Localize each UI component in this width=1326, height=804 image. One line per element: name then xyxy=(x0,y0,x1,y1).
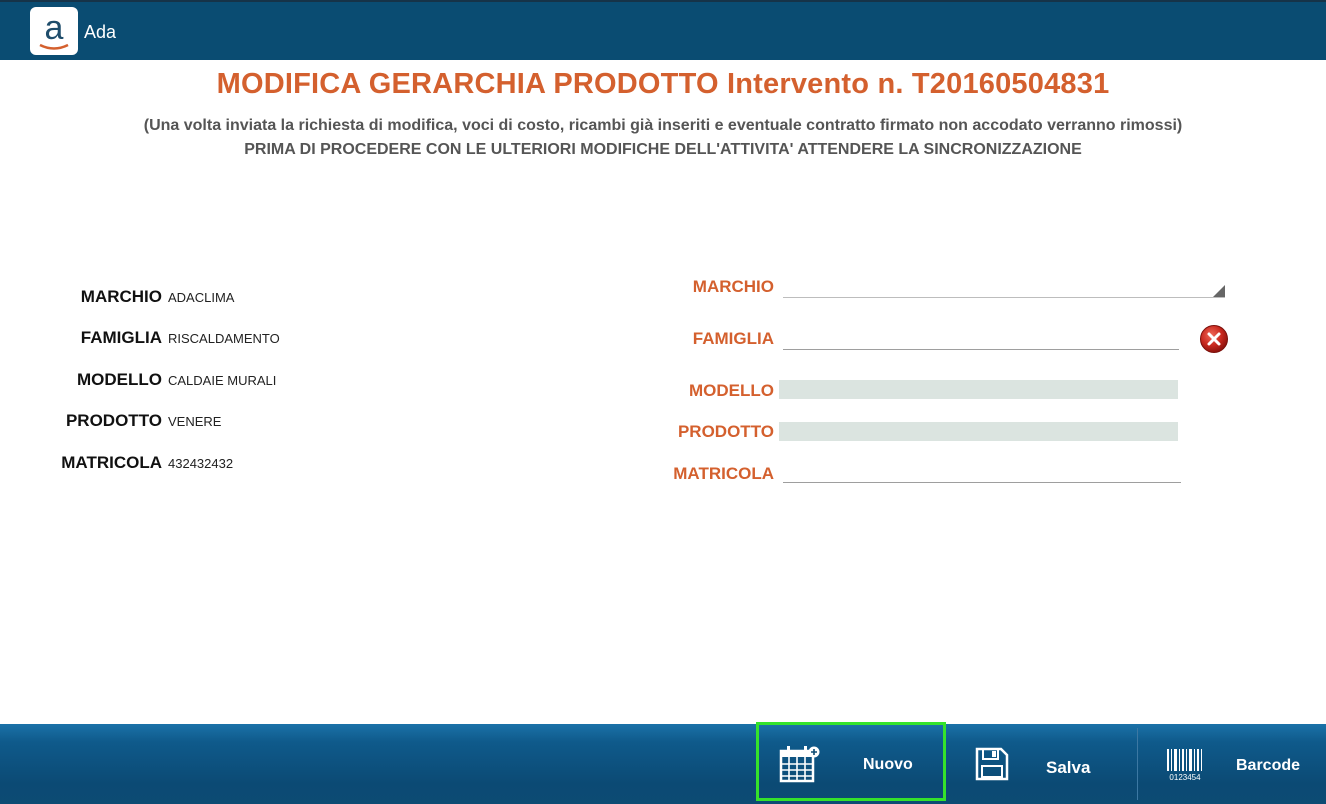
nuovo-label: Nuovo xyxy=(863,756,913,773)
svg-text:0123454: 0123454 xyxy=(1169,773,1201,782)
ada-logo-icon: a xyxy=(39,9,69,50)
app-logo[interactable]: a xyxy=(30,7,78,55)
current-prodotto-value: VENERE xyxy=(168,414,222,429)
current-marchio-label: MARCHIO xyxy=(80,287,162,306)
prodotto-disabled-field xyxy=(779,422,1178,441)
prodotto-field-label: PRODOTTO xyxy=(677,422,774,441)
marchio-select[interactable] xyxy=(783,277,1225,298)
barcode-icon: 0123454 xyxy=(1167,749,1202,782)
current-matricola-value: 432432432 xyxy=(168,456,234,471)
barcode-label: Barcode xyxy=(1236,757,1301,774)
matricola-field-label: MATRICOLA xyxy=(673,464,774,483)
top-app-bar: a Ada xyxy=(0,0,1326,60)
current-famiglia-row: FAMIGLIA RISCALDAMENTO xyxy=(0,328,600,350)
current-modello-value: CALDAIE MURALI xyxy=(168,373,277,388)
clear-x-icon xyxy=(1200,325,1228,353)
current-matricola-label: MATRICOLA xyxy=(61,453,162,472)
page-subtitle: (Una volta inviata la richiesta di modif… xyxy=(143,117,1183,134)
current-prodotto-row: PRODOTTO VENERE xyxy=(0,411,600,433)
toolbar-divider xyxy=(1137,728,1138,800)
current-famiglia-label: FAMIGLIA xyxy=(80,328,162,347)
current-famiglia-value: RISCALDAMENTO xyxy=(168,331,280,346)
bottom-toolbar: Nuovo Salva 0123454 Barcode xyxy=(0,722,1326,804)
current-modello-row: MODELLO CALDAIE MURALI xyxy=(0,370,600,392)
modello-disabled-field xyxy=(779,380,1178,399)
app-title: Ada xyxy=(84,22,117,42)
salva-button[interactable]: Salva xyxy=(950,724,1136,804)
current-marchio-row: MARCHIO ADACLIMA xyxy=(0,287,600,309)
clear-famiglia-button[interactable] xyxy=(1199,324,1229,354)
salva-label: Salva xyxy=(1046,758,1091,777)
famiglia-field-label: FAMIGLIA xyxy=(692,329,774,348)
modello-field-label: MODELLO xyxy=(689,381,774,400)
current-matricola-row: MATRICOLA 432432432 xyxy=(0,453,600,475)
famiglia-input[interactable] xyxy=(783,328,1179,350)
current-modello-label: MODELLO xyxy=(77,370,162,389)
floppy-disk-icon xyxy=(975,747,1009,781)
marchio-field-label: MARCHIO xyxy=(692,277,774,296)
dropdown-arrow-icon xyxy=(1213,285,1225,297)
matricola-input[interactable] xyxy=(783,461,1181,483)
page-title: MODIFICA GERARCHIA PRODOTTO Intervento n… xyxy=(216,68,1110,100)
calendar-add-icon xyxy=(779,746,820,783)
nuovo-button[interactable]: Nuovo xyxy=(756,722,946,801)
sync-notice: PRIMA DI PROCEDERE CON LE ULTERIORI MODI… xyxy=(244,141,1082,158)
current-prodotto-label: PRODOTTO xyxy=(65,411,162,430)
barcode-button[interactable]: 0123454 Barcode xyxy=(1140,724,1326,804)
svg-text:a: a xyxy=(45,9,64,47)
current-marchio-value: ADACLIMA xyxy=(168,290,235,305)
